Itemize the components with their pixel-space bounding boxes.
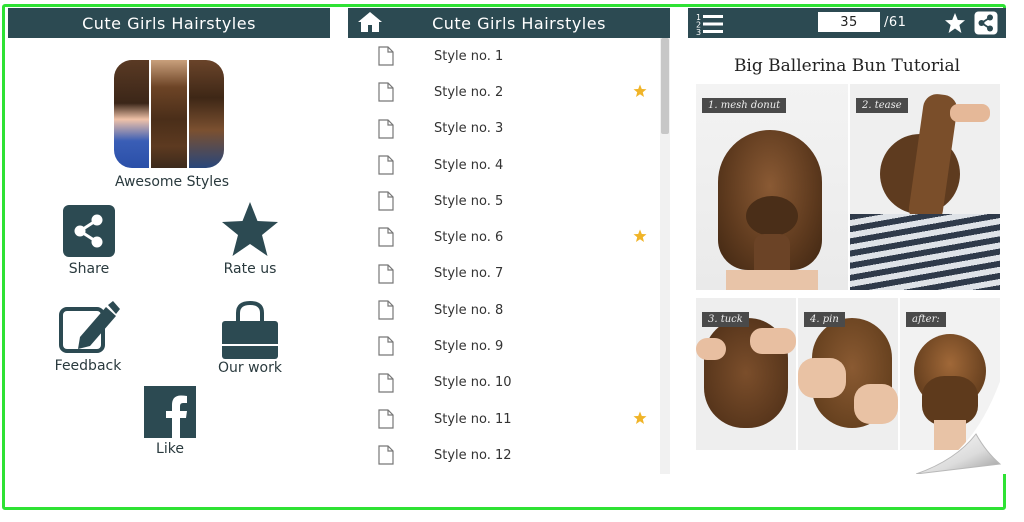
list-item-label: Style no. 8 bbox=[434, 302, 504, 318]
document-icon bbox=[378, 118, 394, 139]
step-3-label: 3. tuck bbox=[702, 312, 749, 327]
document-icon bbox=[378, 445, 394, 465]
our-work-button[interactable] bbox=[218, 299, 282, 363]
step-2-photo: 2. tease bbox=[850, 84, 1000, 290]
list-item-label: Style no. 3 bbox=[434, 121, 504, 137]
list-item[interactable]: Style no. 10 bbox=[348, 365, 660, 401]
page-number-input[interactable]: 35 bbox=[818, 12, 880, 32]
list-item[interactable]: Style no. 11 bbox=[348, 401, 660, 437]
feedback-button[interactable] bbox=[58, 301, 120, 357]
svg-text:3: 3 bbox=[696, 28, 702, 36]
scrollbar-thumb[interactable] bbox=[661, 38, 669, 134]
favorite-star-icon[interactable] bbox=[633, 84, 647, 98]
step-4-label: 4. pin bbox=[804, 312, 845, 327]
document-icon bbox=[378, 264, 394, 284]
share-icon[interactable] bbox=[974, 11, 998, 35]
our-work-label[interactable]: Our work bbox=[170, 360, 330, 376]
list-item-label: Style no. 6 bbox=[434, 230, 504, 246]
list-item[interactable]: Style no. 8 bbox=[348, 292, 660, 328]
hero-photo-1 bbox=[114, 60, 150, 168]
list-item-label: Style no. 10 bbox=[434, 375, 512, 391]
list-item-label: Style no. 11 bbox=[434, 411, 512, 427]
rate-us-button[interactable] bbox=[220, 200, 280, 260]
hero-photo-3 bbox=[188, 60, 224, 168]
list-item[interactable]: Style no. 2 bbox=[348, 74, 660, 110]
list-title: Cute Girls Hairstyles bbox=[432, 13, 606, 33]
rate-us-label[interactable]: Rate us bbox=[170, 261, 330, 277]
list-item[interactable]: Style no. 1 bbox=[348, 38, 660, 74]
style-list: Style no. 1 Style no. 2 Style no. 3 Style n… bbox=[348, 38, 660, 474]
step-1-photo: 1. mesh donut bbox=[696, 84, 848, 290]
step-2-label: 2. tease bbox=[856, 98, 908, 113]
viewer-header: 1 2 3 35 /61 bbox=[688, 8, 1006, 38]
page-curl bbox=[916, 364, 1006, 474]
favorite-star-icon[interactable] bbox=[633, 229, 647, 243]
list-header: Cute Girls Hairstyles bbox=[348, 8, 670, 38]
list-item-label: Style no. 7 bbox=[434, 266, 504, 282]
list-item-label: Style no. 12 bbox=[434, 447, 512, 463]
edit-icon bbox=[59, 301, 120, 353]
share-label[interactable]: Share bbox=[9, 261, 169, 277]
like-label[interactable]: Like bbox=[90, 441, 250, 457]
favorite-star-icon[interactable] bbox=[944, 12, 966, 34]
hero-photo-2 bbox=[151, 60, 187, 168]
document-icon bbox=[378, 82, 394, 102]
step-3-photo: 3. tuck bbox=[696, 298, 796, 450]
facebook-like-button[interactable] bbox=[144, 386, 196, 438]
list-item-label: Style no. 4 bbox=[434, 157, 504, 173]
shopping-bag-icon bbox=[222, 300, 278, 359]
step-1-label: 1. mesh donut bbox=[702, 98, 787, 113]
share-icon bbox=[63, 205, 115, 257]
star-icon bbox=[222, 202, 278, 256]
home-panel: Cute Girls Hairstyles Awesome Styles Sha… bbox=[8, 8, 330, 474]
list-item-label: Style no. 1 bbox=[434, 48, 504, 64]
home-icon[interactable] bbox=[357, 11, 383, 33]
document-icon bbox=[378, 227, 394, 248]
numbered-list-icon[interactable]: 1 2 3 bbox=[695, 12, 725, 36]
document-icon bbox=[378, 155, 394, 175]
document-icon bbox=[378, 46, 394, 66]
list-item[interactable]: Style no. 6 bbox=[348, 219, 660, 255]
list-item[interactable]: Style no. 4 bbox=[348, 147, 660, 183]
document-icon bbox=[378, 409, 394, 429]
step-4-photo: 4. pin bbox=[798, 298, 898, 450]
list-item[interactable]: Style no. 12 bbox=[348, 437, 660, 473]
list-item-label: Style no. 5 bbox=[434, 193, 504, 209]
list-item-label: Style no. 9 bbox=[434, 339, 504, 355]
document-icon bbox=[378, 191, 394, 211]
list-item[interactable]: Style no. 3 bbox=[348, 111, 660, 147]
document-icon bbox=[378, 300, 394, 320]
tutorial-title: Big Ballerina Bun Tutorial bbox=[733, 56, 961, 76]
list-item[interactable]: Style no. 5 bbox=[348, 183, 660, 219]
list-item-label: Style no. 2 bbox=[434, 84, 504, 100]
after-label: after: bbox=[906, 312, 946, 327]
style-list-panel: Cute Girls Hairstyles Style no. 1 Style n… bbox=[348, 8, 670, 474]
share-button[interactable] bbox=[62, 204, 116, 258]
document-icon bbox=[378, 336, 394, 356]
document-icon bbox=[378, 373, 394, 393]
page-total: /61 bbox=[884, 15, 907, 30]
home-header: Cute Girls Hairstyles bbox=[8, 8, 330, 38]
list-scrollbar[interactable] bbox=[660, 38, 670, 474]
hero-label[interactable]: Awesome Styles bbox=[92, 174, 252, 190]
favorite-star-icon[interactable] bbox=[633, 411, 647, 425]
feedback-label[interactable]: Feedback bbox=[8, 358, 168, 374]
list-item[interactable]: Style no. 7 bbox=[348, 256, 660, 292]
list-item[interactable]: Style no. 9 bbox=[348, 328, 660, 364]
viewer-panel: 1 2 3 35 /61 Big Ballerina Bun Tutorial … bbox=[688, 8, 1006, 474]
facebook-icon bbox=[144, 386, 196, 438]
home-title: Cute Girls Hairstyles bbox=[82, 13, 256, 33]
hero-image[interactable] bbox=[114, 60, 224, 168]
